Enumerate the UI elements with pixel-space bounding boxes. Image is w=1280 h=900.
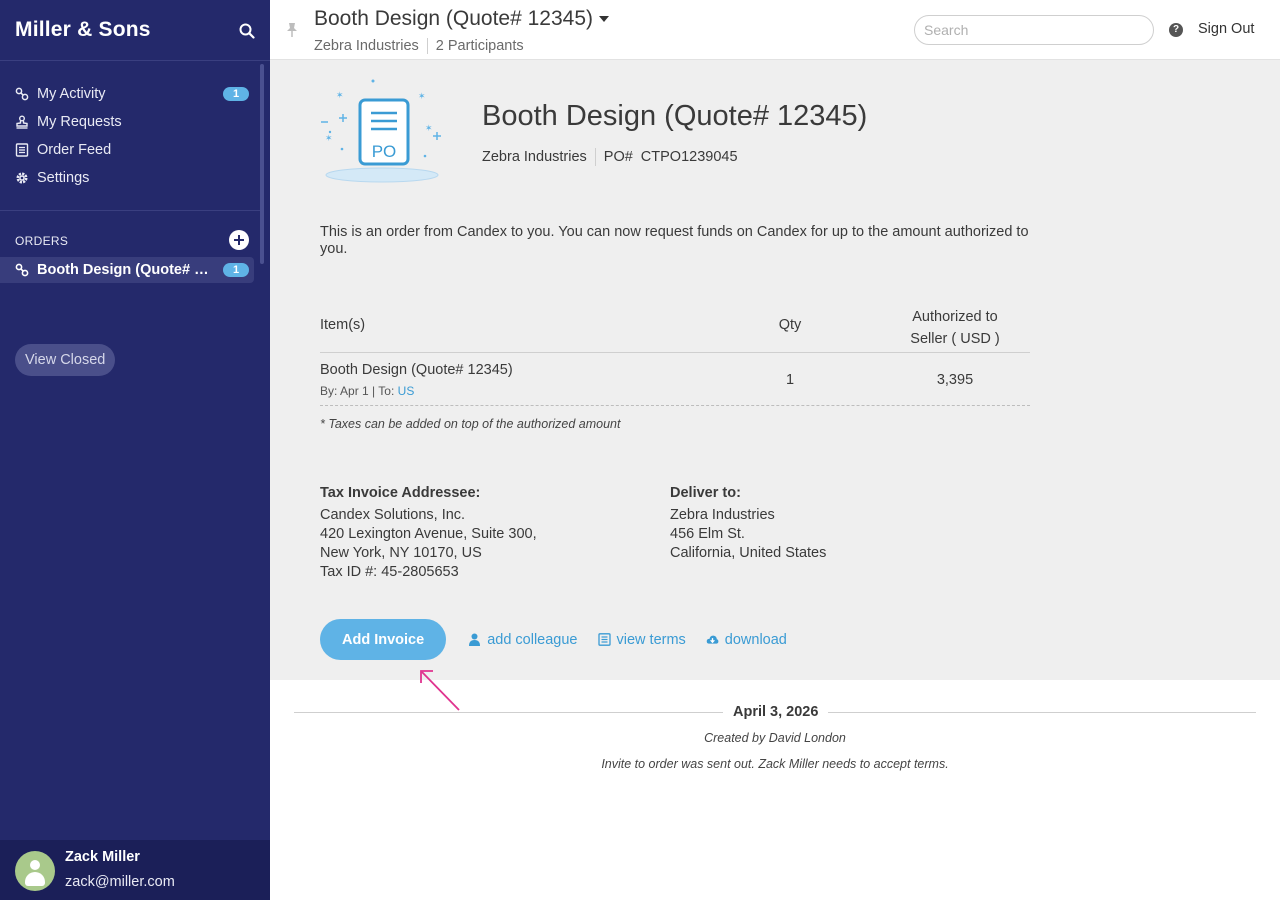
sidebar-item-my-activity[interactable]: My Activity 1 [0,80,270,108]
address-line: California, United States [670,545,827,561]
svg-text:✶: ✶ [425,124,433,134]
order-title-dropdown[interactable]: Booth Design (Quote# 12345) [314,7,610,31]
order-meta: Zebra Industries PO# CTPO1239045 [482,148,738,166]
separator: | [372,384,376,398]
items-table: Item(s) Qty Authorized to Seller ( USD )… [320,304,1030,406]
column-header-authorized-line1: Authorized to [912,309,998,325]
address-line: 456 Elm St. [670,526,745,542]
count-badge: 1 [223,87,249,101]
order-intro-text: This is an order from Candex to you. You… [320,224,1029,257]
view-terms-label: view terms [616,631,686,648]
person-icon [469,633,481,646]
timeline-created-by: Created by David London [704,731,846,745]
divider [0,210,260,211]
item-delivery-info: By: Apr 1 | To: US [320,384,414,398]
sidebar-item-label: My Activity [37,86,106,102]
divider [0,60,270,61]
sidebar: Miller & Sons My Activity 1 My Requests [0,0,270,900]
sidebar-item-label: Order Feed [37,142,112,158]
help-icon[interactable]: ? [1169,23,1183,37]
address-line: 420 Lexington Avenue, Suite 300, [320,526,537,542]
item-name: Booth Design (Quote# 12345) [320,362,513,378]
by-date: Apr 1 [340,384,369,398]
add-order-button[interactable] [229,230,249,250]
sidebar-order-booth-design[interactable]: Booth Design (Quote# 12345) 1 [0,257,254,283]
invoice-addressee: Tax Invoice Addressee: Candex Solutions,… [320,484,537,582]
column-header-qty: Qty [778,317,802,333]
column-header-authorized: Authorized to Seller ( USD ) [890,306,1020,350]
top-bar: Booth Design (Quote# 12345) Zebra Indust… [270,0,1280,60]
search-icon[interactable] [238,22,256,40]
download-link[interactable]: download [706,632,787,648]
link-icon [15,87,29,101]
svg-text:✶: ✶ [336,91,344,101]
user-email: zack@miller.com [65,874,175,890]
sidebar-item-label: Settings [37,170,90,186]
sidebar-item-my-requests[interactable]: My Requests [0,108,270,136]
stamp-icon [16,115,28,129]
po-illustration-text: PO [372,142,397,161]
orders-heading: ORDERS [15,234,69,248]
view-closed-button[interactable]: View Closed [15,344,116,376]
participants-link[interactable]: 2 Participants [436,38,524,54]
cloud-download-icon [706,635,719,644]
annotation-arrow-icon [420,670,460,711]
deliver-to-label: Deliver to: [670,485,741,501]
to-label: To: [378,384,395,398]
order-subheader: Zebra Industries 2 Participants [314,38,524,54]
page-title: Booth Design (Quote# 12345) [314,7,594,30]
invoice-addressee-label: Tax Invoice Addressee: [320,485,481,501]
by-label: By: [320,384,338,398]
sidebar-item-settings[interactable]: Settings [0,164,270,192]
sign-out-button[interactable]: Sign Out [1198,21,1254,37]
timeline-event: Invite to order was sent out. Zack Mille… [601,757,949,771]
add-invoice-button[interactable]: Add Invoice [320,619,447,660]
user-profile[interactable]: Zack Miller zack@miller.com [0,840,270,900]
pin-icon[interactable] [286,22,298,38]
sidebar-item-label: My Requests [37,114,122,130]
add-colleague-label: add colleague [487,631,578,648]
order-heading: Booth Design (Quote# 12345) [482,100,868,132]
link-icon [15,263,29,277]
column-header-items: Item(s) [320,317,366,333]
destination-link[interactable]: US [398,384,415,398]
company-name: Zebra Industries [314,38,419,54]
svg-text:✶: ✶ [325,134,333,144]
document-icon [15,143,29,157]
address-line: New York, NY 10170, US [320,545,482,561]
avatar[interactable] [15,851,55,891]
user-name: Zack Miller [65,849,140,865]
order-actions: Add Invoice add colleague view terms dow… [320,619,787,660]
svg-text:✶: ✶ [418,92,426,102]
sidebar-item-order-feed[interactable]: Order Feed [0,136,270,164]
deliver-to: Deliver to: Zebra Industries 456 Elm St.… [670,484,826,563]
add-colleague-link[interactable]: add colleague [468,631,578,648]
gear-icon [16,172,28,184]
search-input[interactable] [914,15,1154,45]
address-line: Zebra Industries [670,507,775,523]
timeline-date: April 3, 2026 [723,704,829,720]
brand-name: Miller & Sons [15,18,151,41]
po-label: PO# [603,149,633,165]
order-item-label: Booth Design (Quote# 12345) [37,262,215,278]
download-label: download [724,631,787,648]
column-header-authorized-line2: Seller ( USD ) [910,331,1000,347]
item-amount: 3,395 [936,372,974,388]
sidebar-nav: My Activity 1 My Requests Order Feed Set… [0,80,270,192]
item-qty: 1 [785,372,795,388]
order-detail-panel: PO ✶ ✶ ✶ ✶ Booth Design (Quote# 12345) Z… [270,60,1280,680]
purchase-order-illustration: PO ✶ ✶ ✶ ✶ [321,79,441,183]
address-line: Tax ID #: 45-2805653 [320,564,459,580]
view-terms-link[interactable]: view terms [597,631,686,648]
table-header: Item(s) Qty Authorized to Seller ( USD ) [320,304,1030,353]
tax-note: * Taxes can be added on top of the autho… [320,417,621,431]
count-badge: 1 [223,263,249,277]
po-number: CTPO1239045 [640,149,738,165]
address-line: Candex Solutions, Inc. [320,507,466,523]
caret-down-icon [599,16,610,22]
table-row: Booth Design (Quote# 12345) By: Apr 1 | … [320,353,1030,406]
company-name: Zebra Industries [482,149,587,165]
document-icon [597,633,611,646]
